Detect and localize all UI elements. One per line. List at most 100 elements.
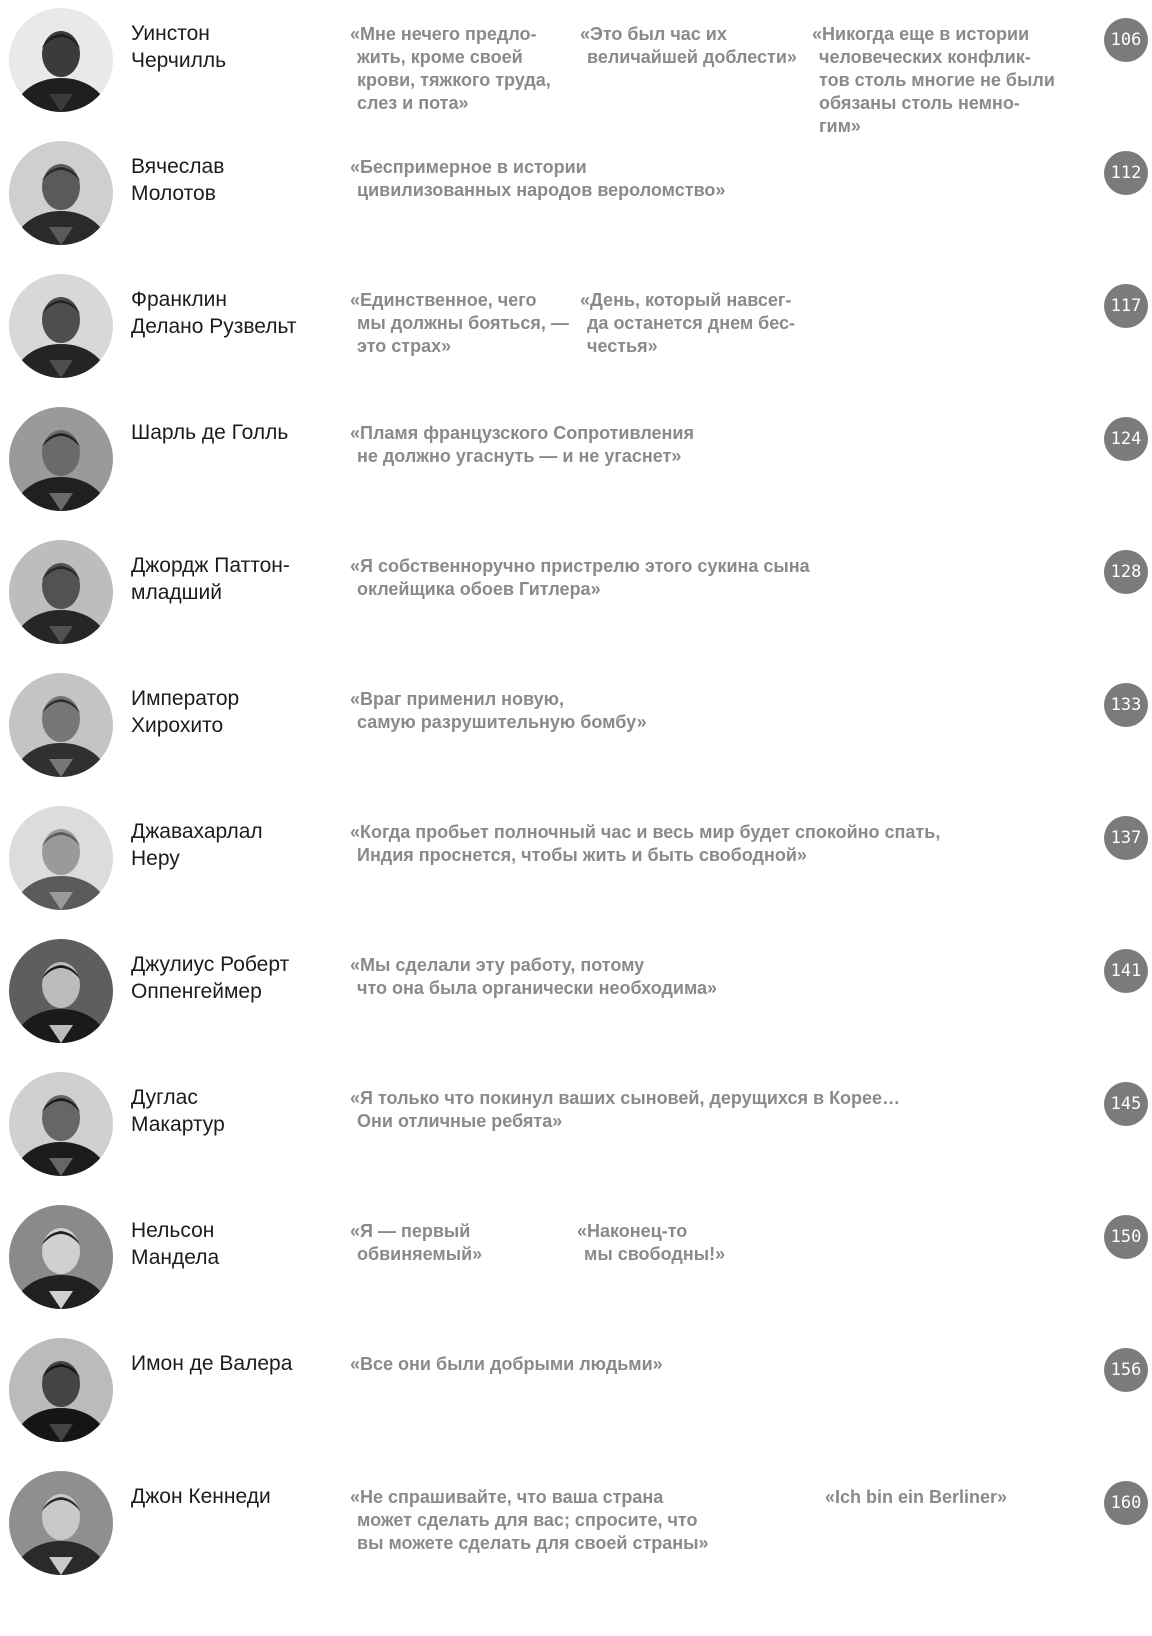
person-name-line: Имон де Валера bbox=[131, 1352, 293, 1375]
page-number-badge[interactable]: 137 bbox=[1104, 816, 1148, 860]
toc-entry[interactable]: Джордж Паттон-младший «Я собственноручно … bbox=[0, 532, 1152, 665]
portrait-photo bbox=[9, 939, 113, 1043]
page-number-badge[interactable]: 117 bbox=[1104, 284, 1148, 328]
page-number-badge[interactable]: 112 bbox=[1104, 151, 1148, 195]
table-of-contents: Уинстон Черчилль «Мне нечего предло-жить, … bbox=[0, 0, 1152, 1636]
quote-line: «Не спрашивайте, что ваша страна bbox=[350, 1487, 664, 1507]
quote-line: мы свободны!» bbox=[584, 1244, 726, 1264]
quote-line: тов столь многие не были bbox=[819, 70, 1055, 90]
quote-line: мы должны бояться, — bbox=[357, 313, 569, 333]
toc-entry[interactable]: Франклин Делано Рузвельт «Единственное, че… bbox=[0, 266, 1152, 399]
quote-line: Индия проснется, чтобы жить и быть свобо… bbox=[357, 845, 807, 865]
toc-entry[interactable]: Нельсон Мандела «Я — первый обвиняемый» «Нак… bbox=[0, 1197, 1152, 1330]
page-number-badge[interactable]: 145 bbox=[1104, 1082, 1148, 1126]
portrait-photo bbox=[9, 673, 113, 777]
quote-line: обвиняемый» bbox=[357, 1244, 483, 1264]
quote: «Я собственноручно пристрелю этого сукин… bbox=[350, 555, 810, 601]
person-name: Дуглас Макартур bbox=[131, 1084, 331, 1138]
quote: «Я — первый обвиняемый» bbox=[350, 1220, 482, 1266]
quote-line: не должно угаснуть — и не угаснет» bbox=[357, 446, 682, 466]
person-name-line: Джон Кеннеди bbox=[131, 1485, 271, 1508]
toc-entry[interactable]: Джулиус Роберт Оппенгеймер «Мы сделали эту… bbox=[0, 931, 1152, 1064]
portrait-photo bbox=[9, 407, 113, 511]
toc-entry[interactable]: Император Хирохито «Враг применил новую, са… bbox=[0, 665, 1152, 798]
quote: «Враг применил новую, самую разрушительну… bbox=[350, 688, 647, 734]
quote-line: Они отличные ребята» bbox=[357, 1111, 563, 1131]
person-name-line: Делано Рузвельт bbox=[131, 315, 297, 338]
quote-line: крови, тяжкого труда, bbox=[357, 70, 551, 90]
quote: «Я только что покинул ваших сыновей, дер… bbox=[350, 1087, 900, 1133]
portrait-photo bbox=[9, 1072, 113, 1176]
quote: «Беспримерное в истории цивилизованных на… bbox=[350, 156, 725, 202]
quote: «Не спрашивайте, что ваша страна может сд… bbox=[350, 1486, 709, 1555]
person-name-line: Хирохито bbox=[131, 714, 224, 737]
page-number-badge[interactable]: 156 bbox=[1104, 1348, 1148, 1392]
quote-line: «Все они были добрыми людьми» bbox=[350, 1354, 663, 1374]
quote-line: «Я собственноручно пристрелю этого сукин… bbox=[350, 556, 810, 576]
page-number-badge[interactable]: 124 bbox=[1104, 417, 1148, 461]
quote-line: что она была органически необходима» bbox=[357, 978, 718, 998]
toc-entry[interactable]: Вячеслав Молотов «Беспримерное в истории ци… bbox=[0, 133, 1152, 266]
portrait-photo bbox=[9, 141, 113, 245]
person-name-line: Молотов bbox=[131, 182, 216, 205]
page-number-badge[interactable]: 128 bbox=[1104, 550, 1148, 594]
page-number-badge[interactable]: 160 bbox=[1104, 1481, 1148, 1525]
person-name: Джулиус Роберт Оппенгеймер bbox=[131, 951, 331, 1005]
portrait-photo bbox=[9, 1338, 113, 1442]
quote: «Наконец-то мы свободны!» bbox=[577, 1220, 725, 1266]
portrait-photo bbox=[9, 540, 113, 644]
person-name: Император Хирохито bbox=[131, 685, 331, 739]
quote: «Когда пробьет полночный час и весь мир … bbox=[350, 821, 940, 867]
quote-line: «Это был час их bbox=[580, 24, 727, 44]
quote-line: оклейщика обоев Гитлера» bbox=[357, 579, 601, 599]
person-name-line: Император bbox=[131, 687, 240, 710]
person-name: Уинстон Черчилль bbox=[131, 20, 331, 74]
quote-line: «Когда пробьет полночный час и весь мир … bbox=[350, 822, 941, 842]
toc-entry[interactable]: Шарль де Голль «Пламя французского Сопрот… bbox=[0, 399, 1152, 532]
page-number-badge[interactable]: 150 bbox=[1104, 1215, 1148, 1259]
person-name: Джон Кеннеди bbox=[131, 1483, 331, 1510]
toc-entry[interactable]: Уинстон Черчилль «Мне нечего предло-жить, … bbox=[0, 0, 1152, 136]
quote: «День, который навсег-да останется днем … bbox=[580, 289, 795, 358]
quote-line: человеческих конфлик- bbox=[819, 47, 1031, 67]
person-name-line: Шарль де Голль bbox=[131, 421, 289, 444]
person-name: Джордж Паттон-младший bbox=[131, 552, 331, 606]
quote-line: самую разрушительную бомбу» bbox=[357, 712, 647, 732]
quote-line: «Враг применил новую, bbox=[350, 689, 565, 709]
quote: «Никогда еще в истории человеческих конфл… bbox=[812, 23, 1055, 138]
quote-line: «Ich bin ein Berliner» bbox=[825, 1487, 1008, 1507]
quote-line: «Мне нечего предло- bbox=[350, 24, 537, 44]
person-name: Вячеслав Молотов bbox=[131, 153, 331, 207]
quote-line: да останется днем бес- bbox=[587, 313, 796, 333]
quote-line: «Я только что покинул ваших сыновей, дер… bbox=[350, 1088, 901, 1108]
toc-entry[interactable]: Джавахарлал Неру «Когда пробьет полночный … bbox=[0, 798, 1152, 931]
person-name-line: Дуглас bbox=[131, 1086, 198, 1109]
portrait-photo bbox=[9, 1471, 113, 1575]
toc-entry[interactable]: Имон де Валера «Все они были добрыми людь… bbox=[0, 1330, 1152, 1463]
person-name-line: Франклин bbox=[131, 288, 227, 311]
quote: «Ich bin ein Berliner» bbox=[825, 1486, 1007, 1509]
quote-line: честья» bbox=[587, 336, 658, 356]
person-name-line: Джордж Паттон- bbox=[131, 554, 290, 577]
quote-line: может сделать для вас; спросите, что bbox=[357, 1510, 698, 1530]
page-number-badge[interactable]: 106 bbox=[1104, 18, 1148, 62]
quote-line: «День, который навсег- bbox=[580, 290, 792, 310]
toc-entry[interactable]: Дуглас Макартур «Я только что покинул ваши… bbox=[0, 1064, 1152, 1197]
quote: «Пламя французского Сопротивления не долж… bbox=[350, 422, 694, 468]
person-name-line: Нельсон bbox=[131, 1219, 215, 1242]
quote-line: «Никогда еще в истории bbox=[812, 24, 1030, 44]
quote: «Единственное, чего мы должны бояться, — э… bbox=[350, 289, 569, 358]
quote-line: обязаны столь немно- bbox=[819, 93, 1020, 113]
quote-line: «Беспримерное в истории bbox=[350, 157, 587, 177]
person-name: Имон де Валера bbox=[131, 1350, 331, 1377]
person-name-line: Вячеслав bbox=[131, 155, 225, 178]
quote-line: «Пламя французского Сопротивления bbox=[350, 423, 694, 443]
quote-line: цивилизованных народов вероломство» bbox=[357, 180, 726, 200]
portrait-photo bbox=[9, 806, 113, 910]
toc-entry[interactable]: Джон Кеннеди «Не спрашивайте, что ваша ст… bbox=[0, 1463, 1152, 1596]
quote-line: «Наконец-то bbox=[577, 1221, 688, 1241]
page-number-badge[interactable]: 141 bbox=[1104, 949, 1148, 993]
page-number-badge[interactable]: 133 bbox=[1104, 683, 1148, 727]
quote: «Это был час их величайшей доблести» bbox=[580, 23, 797, 69]
quote: «Мне нечего предло-жить, кроме своей кров… bbox=[350, 23, 551, 115]
